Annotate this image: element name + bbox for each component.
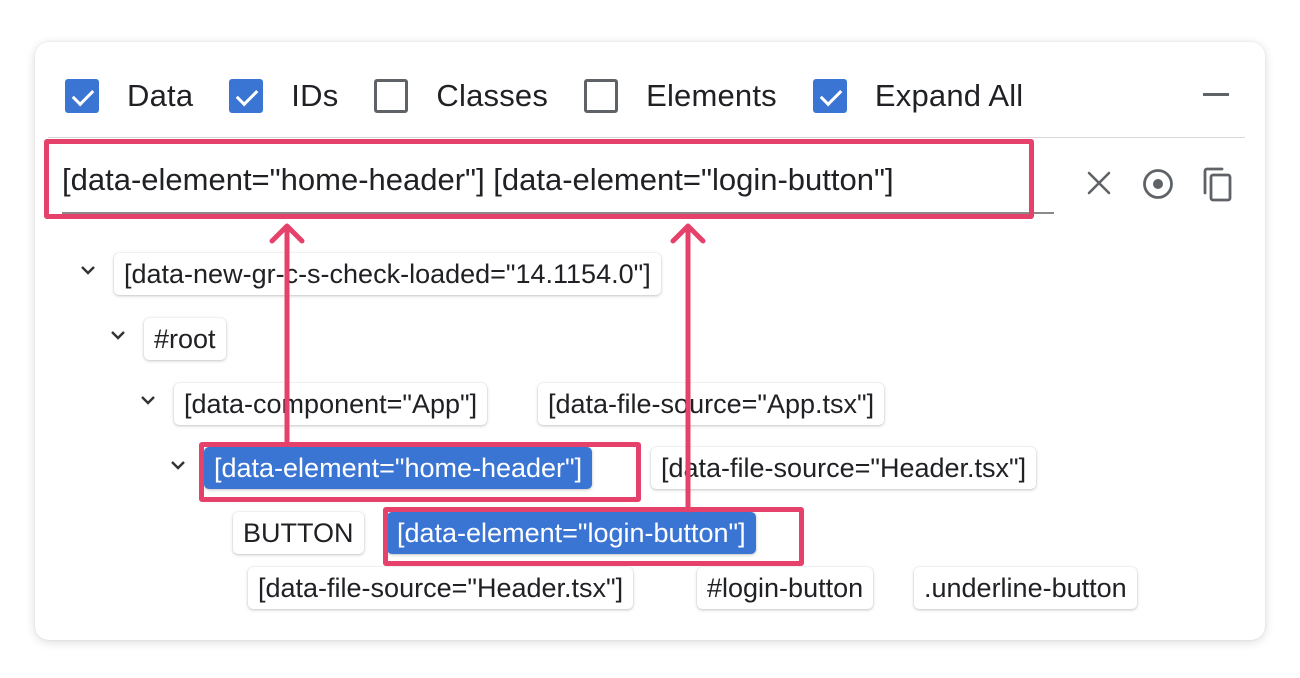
copy-icon[interactable]	[1200, 167, 1234, 203]
filter-expand-all-label: Expand All	[874, 78, 1024, 113]
checkbox-ids[interactable]	[229, 79, 264, 113]
checkbox-elements[interactable]	[584, 79, 619, 113]
tree-node-file-header[interactable]: [data-file-source="Header.tsx"]	[651, 447, 1037, 489]
chevron-down-icon[interactable]	[140, 392, 156, 408]
filter-elements-label: Elements	[646, 78, 777, 113]
tree-node-gr-check[interactable]: [data-new-gr-c-s-check-loaded="14.1154.0…	[114, 253, 661, 295]
filter-classes[interactable]: Classes	[374, 78, 548, 114]
chevron-down-icon[interactable]	[80, 262, 96, 278]
filter-data[interactable]: Data	[65, 78, 193, 114]
tree-node-button[interactable]: BUTTON	[233, 512, 364, 554]
minus-icon[interactable]	[1203, 93, 1229, 96]
filter-ids[interactable]: IDs	[229, 78, 338, 114]
checkbox-data[interactable]	[65, 79, 99, 113]
tree-node-root[interactable]: #root	[144, 318, 226, 360]
target-icon[interactable]	[1142, 168, 1174, 200]
filter-row: Data IDs Classes Elements Expand All	[65, 76, 1059, 116]
divider	[48, 137, 1245, 138]
filter-expand-all[interactable]: Expand All	[812, 78, 1024, 114]
selector-input-underline	[62, 212, 1054, 214]
filter-data-label: Data	[127, 78, 194, 113]
tree-node-login-button[interactable]: [data-element="login-button"]	[387, 512, 756, 554]
tree-node-id-login-button[interactable]: #login-button	[697, 567, 874, 609]
tree-node-home-header[interactable]: [data-element="home-header"]	[204, 447, 593, 489]
tree-node-class-underline-button[interactable]: .underline-button	[914, 567, 1137, 609]
checkbox-expand-all[interactable]	[812, 79, 847, 113]
chevron-down-icon[interactable]	[170, 457, 186, 473]
close-icon[interactable]	[1086, 170, 1112, 196]
selector-input[interactable]	[62, 160, 1052, 200]
tree-node-component-app[interactable]: [data-component="App"]	[174, 383, 488, 425]
filter-elements[interactable]: Elements	[584, 78, 777, 114]
tree-node-file-header-2[interactable]: [data-file-source="Header.tsx"]	[248, 567, 634, 609]
checkbox-classes[interactable]	[374, 79, 409, 113]
tree-node-file-app[interactable]: [data-file-source="App.tsx"]	[538, 383, 885, 425]
filter-classes-label: Classes	[436, 78, 549, 113]
filter-ids-label: IDs	[291, 78, 339, 113]
chevron-down-icon[interactable]	[110, 327, 126, 343]
